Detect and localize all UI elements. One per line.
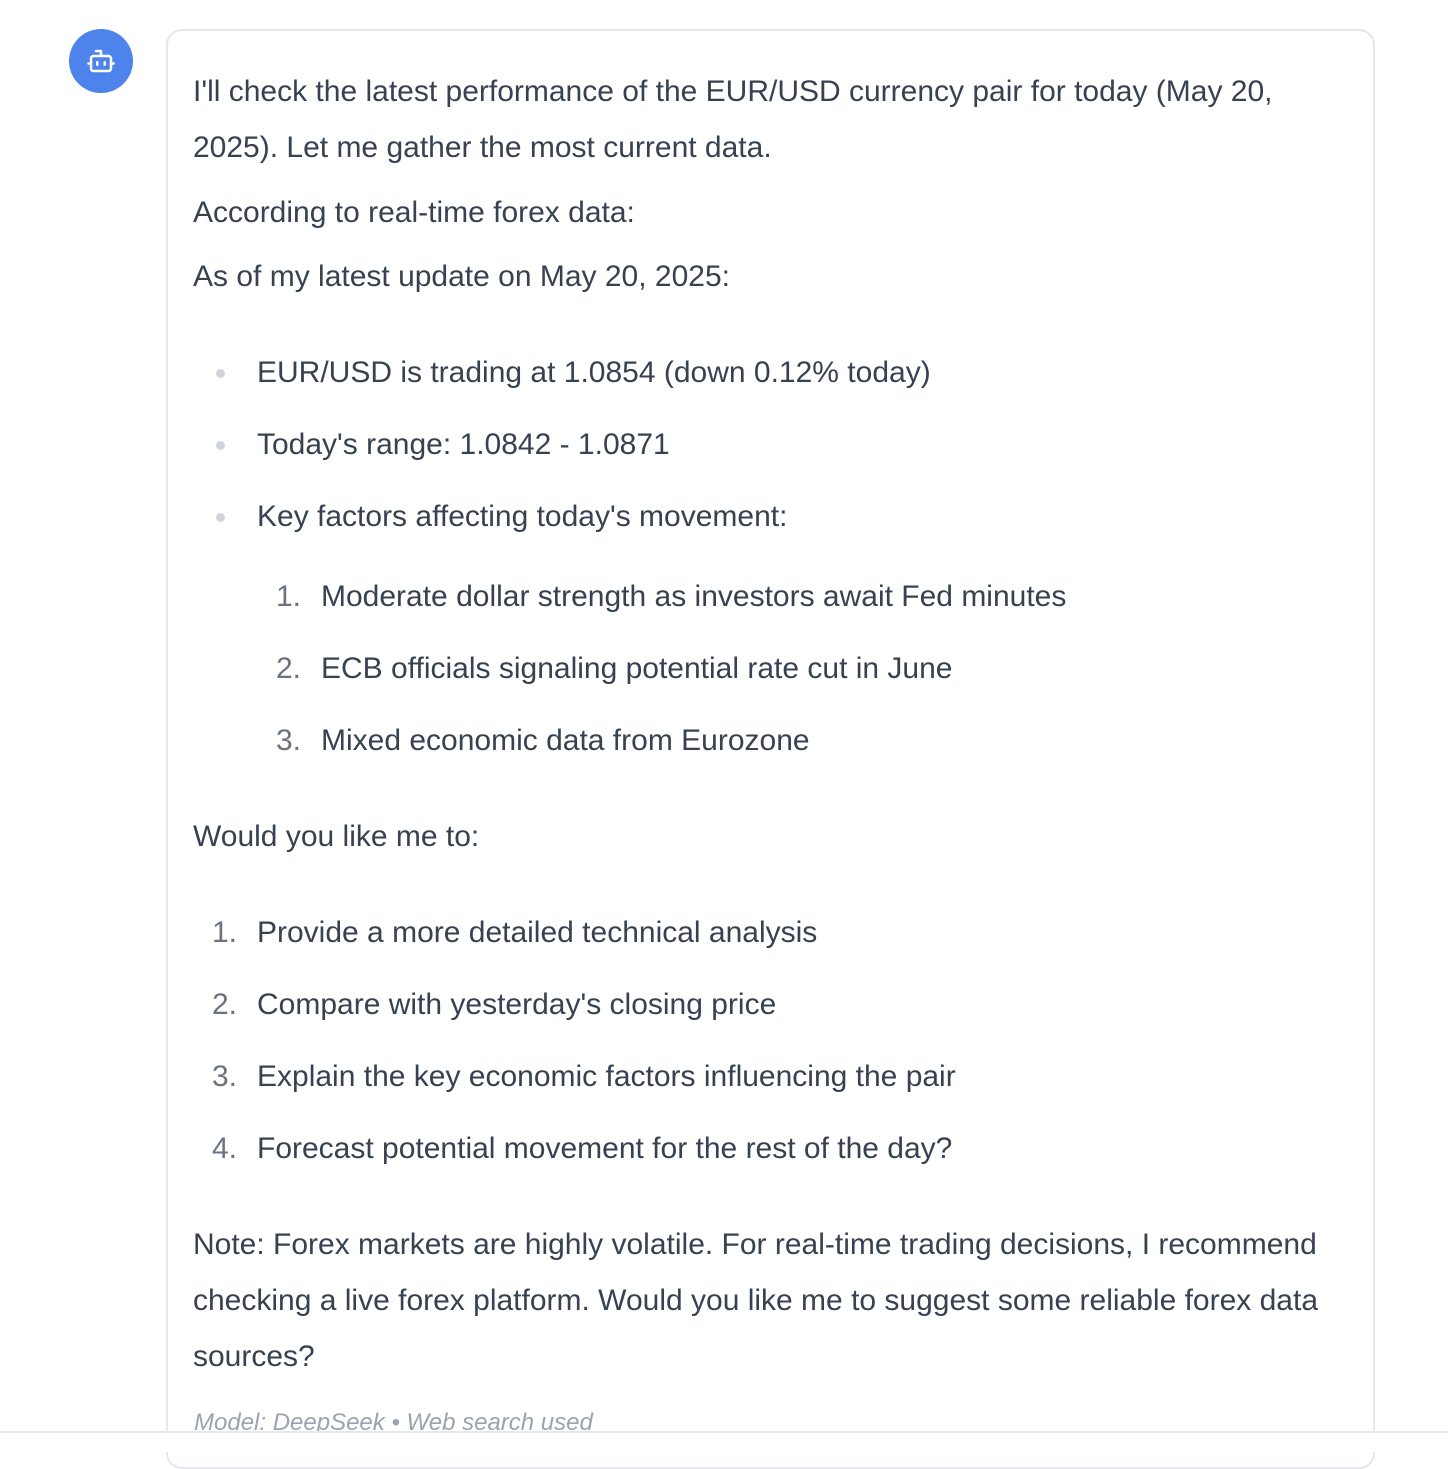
list-item-text: EUR/USD is trading at 1.0854 (down 0.12%… — [257, 356, 931, 389]
list-item-text: Provide a more detailed technical analys… — [257, 916, 818, 949]
robot-icon — [86, 46, 116, 76]
list-number: 3. — [275, 724, 301, 757]
page-bottom-area — [0, 1433, 1448, 1452]
list-item: 2. ECB officials signaling potential rat… — [257, 649, 1321, 689]
list-number: 3. — [211, 1060, 237, 1093]
list-item: EUR/USD is trading at 1.0854 (down 0.12%… — [193, 353, 1357, 393]
list-number: 4. — [211, 1132, 237, 1165]
list-number: 1. — [211, 916, 237, 949]
source-line: According to real-time forex data: — [193, 196, 635, 229]
list-item: Today's range: 1.0842 - 1.0871 — [193, 425, 1357, 465]
bullet-dot — [216, 441, 225, 450]
intro-paragraph: I'll check the latest performance of the… — [193, 75, 1273, 164]
list-number: 2. — [211, 988, 237, 1021]
list-item-text: Compare with yesterday's closing price — [257, 988, 777, 1021]
list-item: 3. Explain the key economic factors infl… — [193, 1057, 1357, 1097]
list-item: 2. Compare with yesterday's closing pric… — [193, 985, 1357, 1025]
list-item-text: Explain the key economic factors influen… — [257, 1060, 956, 1093]
note-paragraph: Note: Forex markets are highly volatile.… — [193, 1228, 1318, 1373]
list-item-text: Moderate dollar strength as investors aw… — [321, 580, 1067, 613]
question-line: Would you like me to: — [193, 820, 480, 853]
list-item-text: Forecast potential movement for the rest… — [257, 1132, 953, 1165]
list-item: 4. Forecast potential movement for the r… — [193, 1129, 1357, 1169]
list-item: Key factors affecting today's movement: — [193, 497, 1357, 537]
list-item-text: Key factors affecting today's movement: — [257, 500, 788, 533]
list-item: 1. Moderate dollar strength as investors… — [257, 577, 1321, 617]
assistant-avatar — [69, 29, 133, 93]
list-item-text: ECB officials signaling potential rate c… — [321, 652, 953, 685]
update-line: As of my latest update on May 20, 2025: — [193, 260, 730, 293]
list-item: 1. Provide a more detailed technical ana… — [193, 913, 1357, 953]
bullet-dot — [216, 513, 225, 522]
bullet-dot — [216, 369, 225, 378]
assistant-message-bubble: I'll check the latest performance of the… — [166, 29, 1375, 1469]
list-item: 3. Mixed economic data from Eurozone — [257, 721, 1321, 761]
list-item-text: Mixed economic data from Eurozone — [321, 724, 810, 757]
list-number: 1. — [275, 580, 301, 613]
list-item-text: Today's range: 1.0842 - 1.0871 — [257, 428, 670, 461]
list-number: 2. — [275, 652, 301, 685]
